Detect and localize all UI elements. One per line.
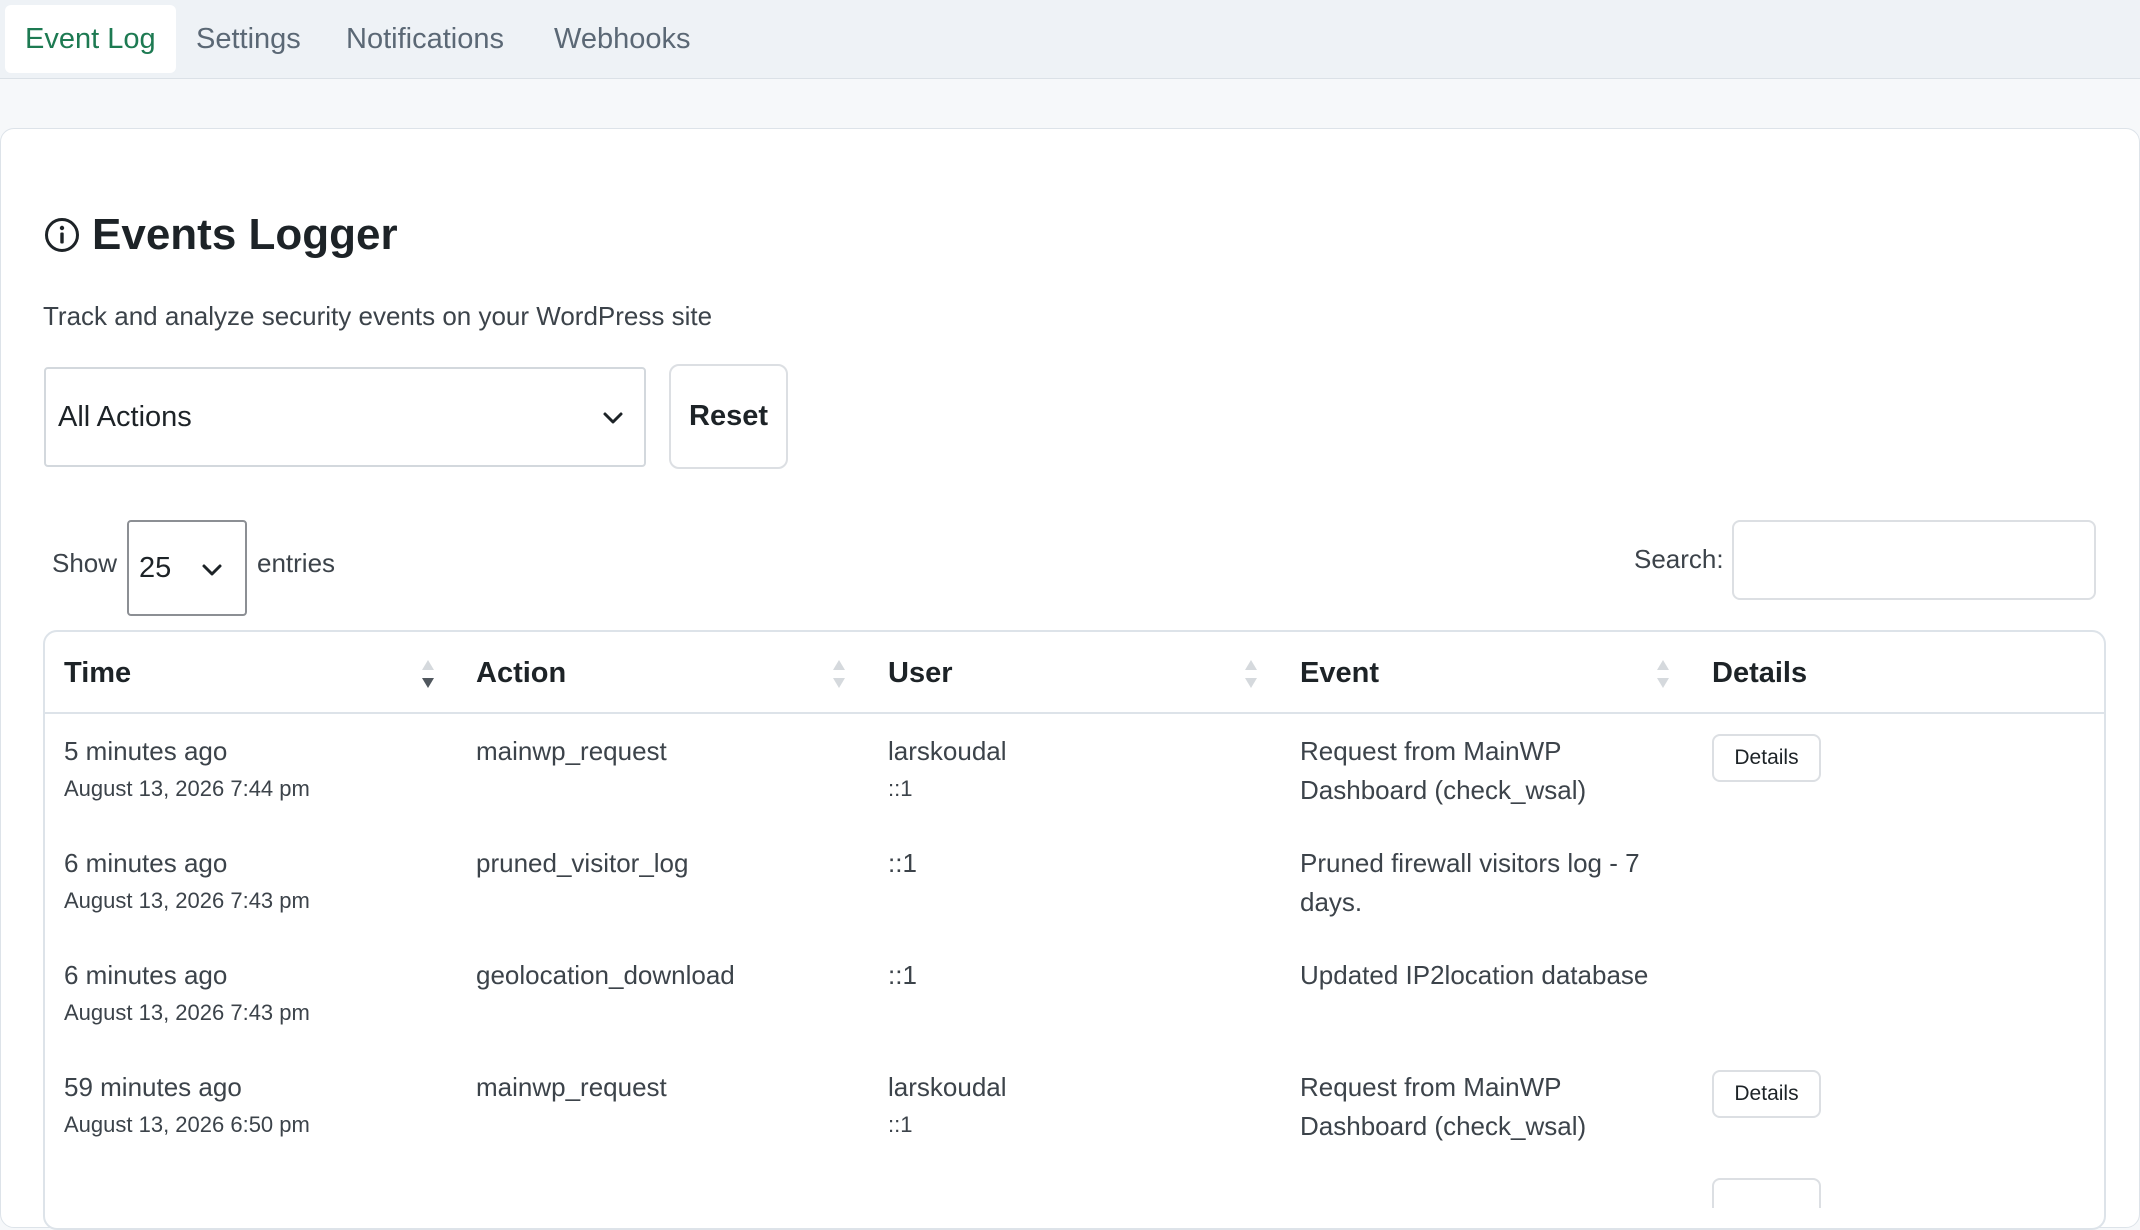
sort-icon[interactable]	[1655, 656, 1671, 692]
table-row: 6 minutes ago August 13, 2026 7:43 pm ge…	[45, 956, 2104, 1068]
show-label: Show	[52, 548, 118, 578]
table-row: 5 minutes ago August 13, 2026 7:44 pm ma…	[45, 732, 2104, 844]
event-cell: Request from MainWP Dashboard (check_wsa…	[1300, 1072, 1587, 1141]
user-name: ::1	[888, 960, 917, 990]
table-row: 6 minutes ago August 13, 2026 7:43 pm pr…	[45, 844, 2104, 956]
time-cell: 6 minutes ago August 13, 2026 7:43 pm	[64, 956, 310, 1032]
action-cell: mainwp_request	[476, 1072, 667, 1102]
time-absolute: August 13, 2026 7:44 pm	[64, 776, 310, 801]
time-cell: 5 minutes ago August 13, 2026 7:44 pm	[64, 732, 310, 808]
user-cell: larskoudal ::1	[888, 1068, 1007, 1144]
user-cell: ::1	[888, 956, 917, 994]
time-absolute: August 13, 2026 7:43 pm	[64, 888, 310, 913]
time-absolute: August 13, 2026 7:43 pm	[64, 1000, 310, 1025]
column-header-action[interactable]: Action	[476, 632, 566, 714]
time-relative: 6 minutes ago	[64, 848, 228, 878]
action-cell: pruned_visitor_log	[476, 848, 689, 878]
tab-webhooks[interactable]: Webhooks	[534, 5, 711, 73]
tab-bar: Event Log Settings Notifications Webhook…	[0, 0, 2140, 79]
action-filter-select[interactable]: All Actions	[44, 367, 646, 467]
chevron-down-icon	[202, 564, 222, 576]
column-header-user[interactable]: User	[888, 632, 953, 714]
user-name: larskoudal	[888, 1072, 1007, 1102]
sort-desc-icon[interactable]	[420, 656, 436, 692]
entries-per-page-value: 25	[139, 552, 172, 584]
reset-button[interactable]: Reset	[669, 364, 788, 469]
time-relative: 5 minutes ago	[64, 736, 228, 766]
page-title: Events Logger	[92, 210, 398, 259]
tab-settings[interactable]: Settings	[176, 5, 321, 73]
time-relative: 59 minutes ago	[64, 1072, 242, 1102]
page-subtitle: Track and analyze security events on you…	[43, 301, 713, 331]
event-cell: Request from MainWP Dashboard (check_wsa…	[1300, 736, 1587, 805]
action-filter-value: All Actions	[58, 401, 192, 433]
action-cell: geolocation_download	[476, 960, 735, 990]
page-title-row: Events Logger	[44, 208, 398, 262]
time-absolute: August 13, 2026 6:50 pm	[64, 1112, 310, 1137]
time-cell: 59 minutes ago August 13, 2026 6:50 pm	[64, 1068, 310, 1144]
column-header-time[interactable]: Time	[64, 632, 131, 714]
search-input[interactable]	[1732, 520, 2096, 600]
user-name: ::1	[888, 848, 917, 878]
time-cell: 6 minutes ago August 13, 2026 7:43 pm	[64, 844, 310, 920]
table-row: 59 minutes ago August 13, 2026 6:50 pm m…	[45, 1068, 2104, 1180]
user-cell: larskoudal ::1	[888, 732, 1007, 808]
info-circle-icon	[45, 218, 79, 252]
column-header-event[interactable]: Event	[1300, 632, 1379, 714]
user-name: larskoudal	[888, 736, 1007, 766]
entries-per-page-select[interactable]: 25	[127, 520, 247, 616]
search-label: Search:	[1634, 544, 1724, 574]
entries-label: entries	[257, 548, 336, 578]
tab-notifications[interactable]: Notifications	[326, 5, 524, 73]
sort-icon[interactable]	[831, 656, 847, 692]
column-header-details: Details	[1712, 657, 1808, 689]
table-header: Time Action User Event Details	[45, 632, 2104, 714]
details-button[interactable]: Details	[1712, 1070, 1821, 1118]
time-relative: 6 minutes ago	[64, 960, 228, 990]
events-table: Time Action User Event Details 5 minutes…	[43, 630, 2106, 1230]
event-cell: Pruned firewall visitors log - 7 days.	[1300, 848, 1640, 917]
event-cell: Updated IP2location database	[1300, 960, 1649, 990]
user-ip: ::1	[888, 1112, 913, 1137]
action-cell: mainwp_request	[476, 736, 667, 766]
user-ip: ::1	[888, 776, 913, 801]
user-cell: ::1	[888, 844, 917, 882]
sort-icon[interactable]	[1243, 656, 1259, 692]
chevron-down-icon	[603, 412, 623, 424]
details-button[interactable]: Details	[1712, 734, 1821, 782]
tab-event-log[interactable]: Event Log	[5, 5, 176, 73]
